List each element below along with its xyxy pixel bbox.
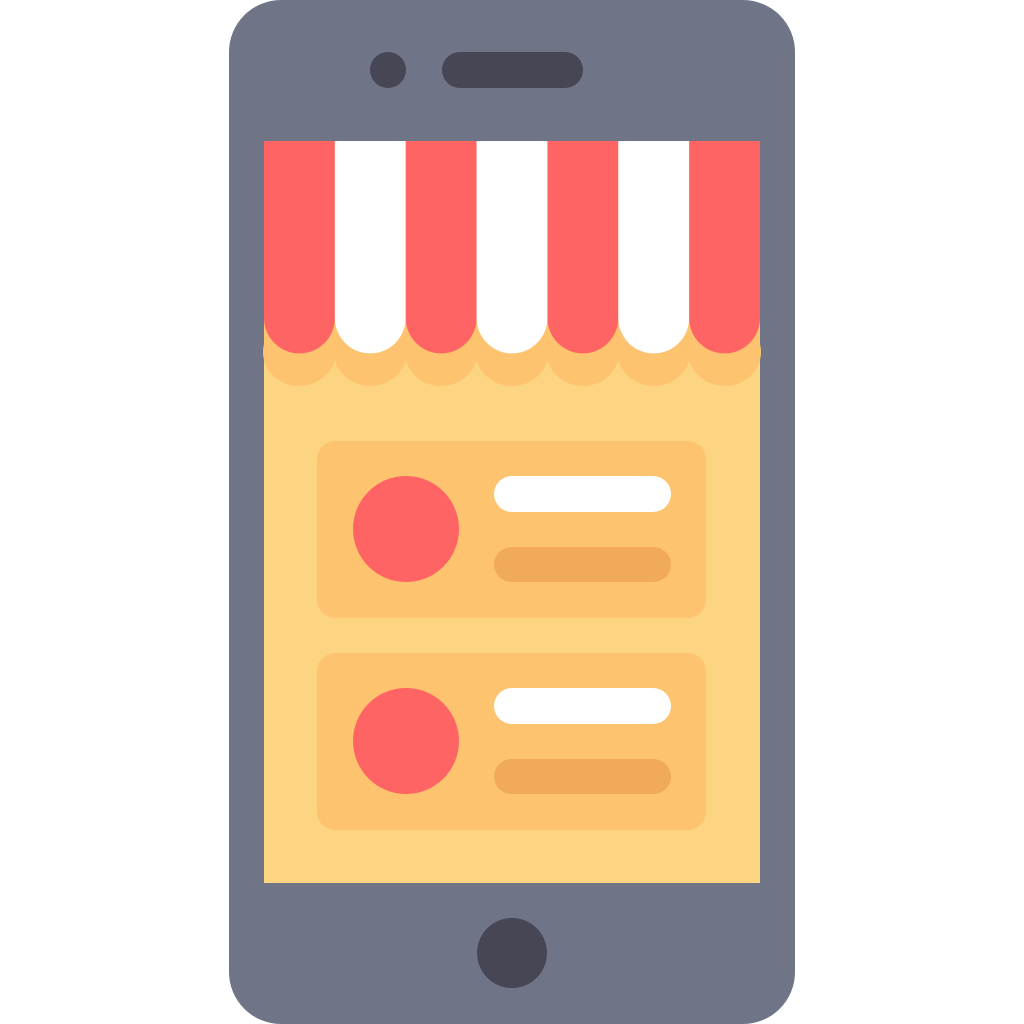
product-title-line bbox=[494, 476, 671, 512]
awning-stripe-red bbox=[264, 141, 335, 354]
product-subtitle-line bbox=[494, 547, 671, 582]
product-title-line bbox=[494, 688, 671, 724]
store-awning-icon bbox=[264, 141, 761, 354]
product-card-1[interactable] bbox=[317, 441, 706, 618]
awning-stripe-red bbox=[547, 141, 619, 354]
home-button[interactable] bbox=[477, 918, 547, 988]
awning-stripe-red bbox=[689, 141, 761, 354]
product-image-circle bbox=[353, 688, 459, 794]
awning-stripe-red bbox=[405, 141, 477, 354]
speaker-grille-icon bbox=[442, 52, 583, 88]
front-camera-icon bbox=[370, 52, 406, 88]
product-image-circle bbox=[353, 476, 459, 582]
awning-stripe-white bbox=[334, 141, 406, 354]
awning-stripe-white bbox=[618, 141, 690, 354]
smartphone-icon bbox=[229, 0, 795, 1024]
smartphone-shop-illustration bbox=[0, 0, 1024, 1024]
product-subtitle-line bbox=[494, 759, 671, 794]
product-card-2[interactable] bbox=[317, 653, 706, 830]
awning-stripe-white bbox=[476, 141, 548, 354]
